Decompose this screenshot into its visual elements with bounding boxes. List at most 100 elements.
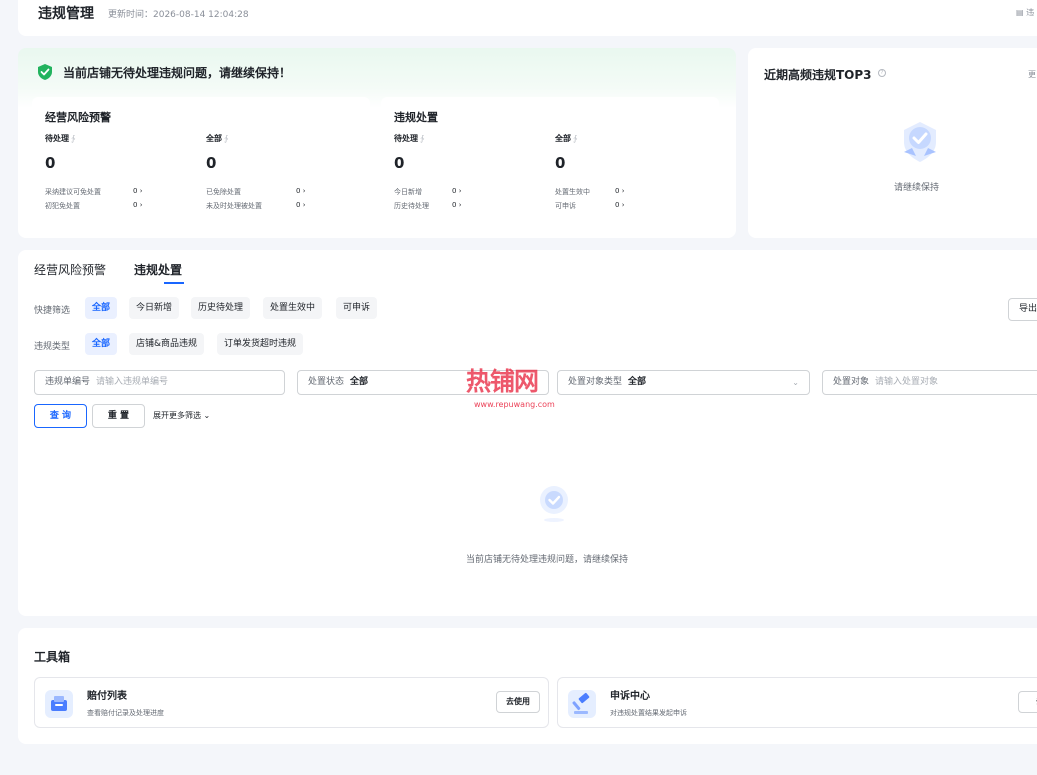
tool-name: 赔付列表 <box>87 691 127 702</box>
target-label: 处置对象 <box>833 377 870 387</box>
risk-pending-count[interactable]: 0 <box>45 154 55 172</box>
risk-row-label: 已免除处置 <box>206 188 241 196</box>
violation-list-card: 经营风险预警 违规处置 快捷筛选 全部 今日新增 历史待处理 处置生效中 可申诉… <box>18 250 1037 616</box>
status-banner: 当前店铺无待处理违规问题，请继续保持！ <box>63 66 292 80</box>
trend-icon: ∱ <box>71 134 76 143</box>
page-title: 违规管理 <box>38 6 94 22</box>
quick-filter-active[interactable]: 处置生效中 <box>263 297 323 319</box>
quick-filter-appealable[interactable]: 可申诉 <box>336 297 378 319</box>
more-link[interactable]: 更 <box>1028 69 1036 80</box>
use-button[interactable]: 去使用 <box>496 691 540 713</box>
risk-row-value[interactable]: 0 › <box>296 187 306 195</box>
risk-warning-panel: 经营风险预警 待处理 ∱ 0 全部 ∱ 0 采纳建议可免处置 0 › 初犯免处置 0… <box>32 97 370 238</box>
empty-state-text: 当前店铺无待处理违规问题，请继续保持 <box>466 555 629 565</box>
risk-all-text: 全部 <box>206 134 222 143</box>
type-filter-store-goods[interactable]: 店铺&商品违规 <box>129 333 205 355</box>
rules-link-label: 违 <box>1026 8 1035 17</box>
violation-pending-count[interactable]: 0 <box>394 154 404 172</box>
risk-pending-label[interactable]: 待处理 ∱ <box>45 133 75 144</box>
risk-all-count[interactable]: 0 <box>206 154 216 172</box>
risk-row-value[interactable]: 0 › <box>133 187 143 195</box>
tool-appeal-center: 申诉中心 对违规处置结果发起申诉 去 <box>557 677 1037 728</box>
violation-all-count[interactable]: 0 <box>555 154 565 172</box>
toolbox-card: 工具箱 赔付列表 查看赔付记录及处理进度 去使用 申诉中心 对违规处置结果发起申… <box>18 628 1037 744</box>
export-button[interactable]: 导出 <box>1008 298 1037 321</box>
violation-pending-label[interactable]: 待处理 ∱ <box>394 133 424 144</box>
shield-check-icon <box>38 64 52 80</box>
order-no-placeholder: 请输入违规单编号 <box>96 377 169 387</box>
target-type-label: 处置对象类型 <box>568 377 623 387</box>
type-filter-shipping-timeout[interactable]: 订单发货超时违规 <box>217 333 304 355</box>
quick-filter-today[interactable]: 今日新增 <box>129 297 180 319</box>
overview-card: 当前店铺无待处理违规问题，请继续保持！ 经营风险预警 待处理 ∱ 0 全部 ∱ 0 … <box>18 48 736 238</box>
violation-all-label[interactable]: 全部 ∱ <box>555 133 577 144</box>
target-type-value: 全部 <box>628 377 647 387</box>
risk-all-label[interactable]: 全部 ∱ <box>206 133 228 144</box>
tool-compensation-list: 赔付列表 查看赔付记录及处理进度 去使用 <box>34 677 549 728</box>
update-time: 更新时间：2026-08-14 12:04:28 <box>108 10 249 20</box>
risk-row-label: 初犯免处置 <box>45 202 80 210</box>
top3-title: 近期高频违规TOP3 <box>764 68 872 82</box>
risk-panel-title: 经营风险预警 <box>45 111 111 124</box>
toolbox-title: 工具箱 <box>34 650 71 664</box>
status-value: 全部 <box>350 377 369 387</box>
reset-button[interactable]: 重 置 <box>92 404 145 428</box>
order-no-label: 违规单编号 <box>45 377 91 387</box>
target-placeholder: 请输入处置对象 <box>875 377 939 387</box>
expand-filters-link[interactable]: 展开更多筛选 ⌄ <box>153 410 210 421</box>
trend-icon: ∱ <box>420 134 425 143</box>
expand-filters-label: 展开更多筛选 <box>153 411 201 420</box>
risk-pending-text: 待处理 <box>45 134 69 143</box>
risk-row-count: 0 <box>133 187 138 195</box>
top3-card: 近期高频违规TOP3 ? 更 请继续保持 <box>748 48 1037 238</box>
quick-filter-all[interactable]: 全部 <box>85 297 118 319</box>
violation-pending-text: 待处理 <box>394 134 418 143</box>
violation-row-value[interactable]: 0 › <box>452 187 462 195</box>
watermark-text: 热铺网 <box>466 367 539 396</box>
risk-row-count: 0 <box>133 201 138 209</box>
trend-icon: ∱ <box>224 134 229 143</box>
violation-row-label: 可申诉 <box>555 202 576 210</box>
tab-violation[interactable]: 违规处置 <box>134 261 182 278</box>
info-icon[interactable]: ? <box>878 69 886 77</box>
tool-desc: 查看赔付记录及处理进度 <box>87 709 164 717</box>
quick-filter-history[interactable]: 历史待处理 <box>191 297 251 319</box>
risk-row-label: 未及时处理被处置 <box>206 202 262 210</box>
tab-risk-warning[interactable]: 经营风险预警 <box>34 261 106 278</box>
query-button[interactable]: 查 询 <box>34 404 87 428</box>
target-type-select[interactable]: 处置对象类型 全部 ⌄ <box>557 370 810 395</box>
violation-row-count: 0 <box>615 187 620 195</box>
page-header: 违规管理 更新时间：2026-08-14 12:04:28 ▤ 违 <box>18 0 1037 36</box>
use-button[interactable]: 去 <box>1018 691 1037 713</box>
target-field[interactable]: 处置对象 请输入处置对象 <box>822 370 1037 395</box>
keep-up-badge-icon <box>904 122 936 162</box>
tool-name: 申诉中心 <box>610 691 650 702</box>
compensation-icon <box>45 690 73 718</box>
violation-row-count: 0 <box>615 201 620 209</box>
quick-filter-label: 快捷筛选 <box>34 306 71 316</box>
violation-row-value[interactable]: 0 › <box>615 201 625 209</box>
violation-row-label: 处置生效中 <box>555 188 590 196</box>
active-tab-indicator <box>164 282 184 284</box>
risk-row-count: 0 <box>296 187 301 195</box>
rules-link[interactable]: ▤ 违 <box>1016 7 1034 18</box>
violation-row-count: 0 <box>452 201 457 209</box>
violation-row-label: 历史待处理 <box>394 202 429 210</box>
risk-row-count: 0 <box>296 201 301 209</box>
violation-type-label: 违规类型 <box>34 342 71 352</box>
chevron-down-icon: ⌄ <box>792 378 799 387</box>
violation-row-value[interactable]: 0 › <box>452 201 462 209</box>
gavel-icon <box>568 690 596 718</box>
violation-row-count: 0 <box>452 187 457 195</box>
type-filter-all[interactable]: 全部 <box>85 333 118 355</box>
violation-row-value[interactable]: 0 › <box>615 187 625 195</box>
order-no-field[interactable]: 违规单编号 请输入违规单编号 <box>34 370 285 395</box>
risk-row-value[interactable]: 0 › <box>296 201 306 209</box>
watermark-url: www.repuwang.com <box>474 400 555 409</box>
watermark-logo: 热铺网 www.repuwang.com <box>466 362 576 412</box>
violation-panel-title: 违规处置 <box>394 111 438 124</box>
violation-row-label: 今日新增 <box>394 188 422 196</box>
chevron-down-icon: ⌄ <box>203 411 211 420</box>
tool-desc: 对违规处置结果发起申诉 <box>610 709 687 717</box>
risk-row-value[interactable]: 0 › <box>133 201 143 209</box>
